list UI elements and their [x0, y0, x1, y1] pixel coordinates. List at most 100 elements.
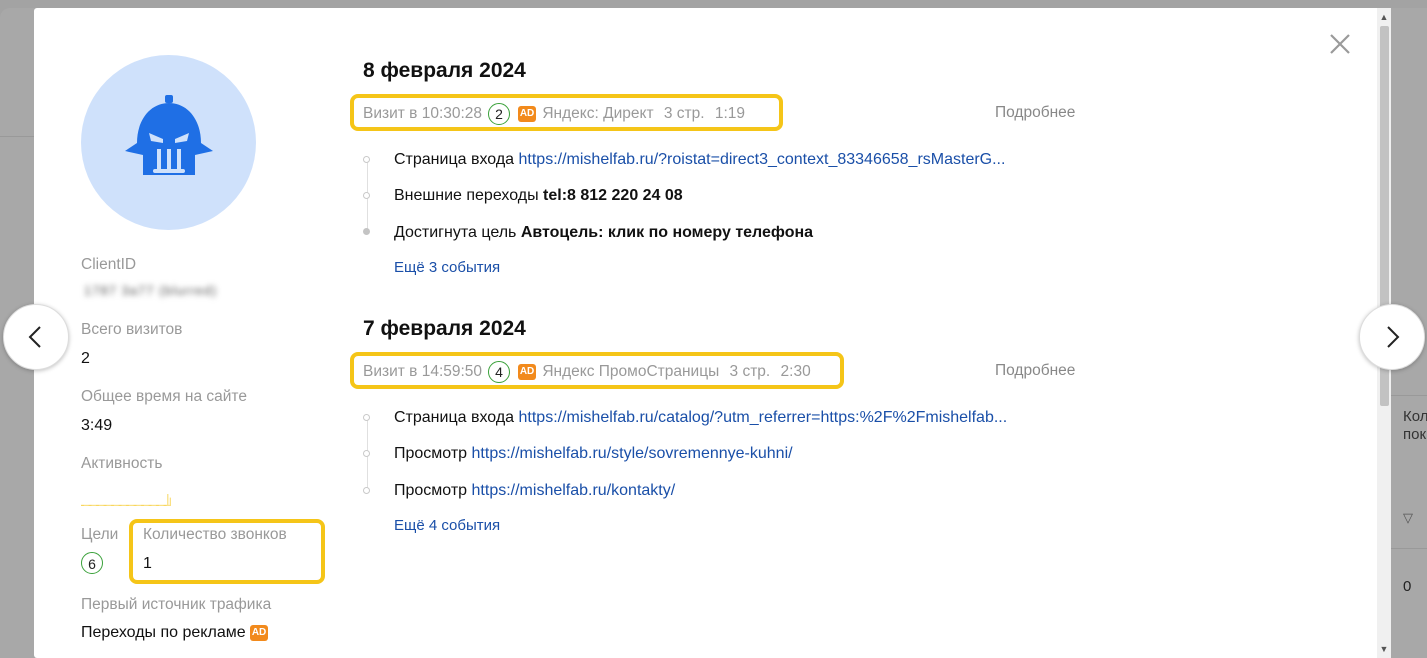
ad-badge: AD [250, 624, 269, 641]
activity-bar [130, 504, 132, 506]
chevron-left-icon [28, 326, 41, 348]
activity-bar [108, 504, 110, 506]
activity-bar [121, 504, 123, 506]
activity-bar [117, 504, 119, 506]
activity-bar [96, 504, 97, 506]
scroll-up-arrow-icon[interactable]: ▲ [1377, 10, 1391, 24]
entry-page-link[interactable]: https://mishelfab.ru/?roistat=direct3_co… [519, 151, 1006, 168]
ad-badge: AD [518, 364, 537, 380]
activity-sparkline [81, 494, 171, 506]
activity-bar [129, 504, 131, 506]
activity-bar [109, 504, 111, 506]
activity-bar [114, 504, 116, 506]
phone-value: tel:8 812 220 24 08 [543, 187, 683, 204]
visit-details-link[interactable]: Подробнее [995, 362, 1075, 380]
activity-bar [142, 504, 143, 506]
activity-bar [92, 504, 94, 506]
visit-details-link[interactable]: Подробнее [995, 104, 1075, 122]
activity-bar [150, 504, 151, 506]
activity-bar [116, 504, 118, 506]
activity-bar [154, 504, 156, 506]
activity-bar [136, 504, 138, 506]
activity-bar [90, 504, 91, 506]
activity-bar [162, 504, 164, 506]
activity-bar [119, 504, 120, 506]
activity-bar [104, 504, 105, 506]
activity-bar [89, 504, 90, 506]
event-label: Просмотр [394, 445, 468, 462]
pageview-link[interactable]: https://mishelfab.ru/kontakty/ [472, 482, 676, 499]
activity-bar [97, 504, 98, 506]
goals-count-badge[interactable]: 6 [81, 552, 103, 574]
activity-bar [113, 504, 114, 506]
entry-page-link[interactable]: https://mishelfab.ru/catalog/?utm_referr… [519, 409, 1008, 426]
activity-bar [98, 504, 99, 506]
activity-bar [138, 504, 140, 506]
activity-bar [151, 504, 153, 506]
activity-label: Активность [81, 455, 163, 472]
activity-bar [158, 504, 159, 506]
visit-date-heading: 7 февраля 2024 [363, 317, 526, 340]
event-label: Внешние переходы [394, 187, 539, 204]
visit-duration: 2:30 [780, 363, 811, 380]
close-button[interactable] [1328, 32, 1352, 56]
helmet-icon [125, 95, 213, 175]
filter-icon: ▽ [1403, 510, 1413, 525]
activity-bar [100, 504, 102, 506]
activity-bar [165, 504, 166, 506]
visit-summary[interactable]: Визит в 10:30:28 2 AD Яндекс: Директ 3 стр… [363, 103, 745, 125]
first-source-value: Переходы по рекламе AD [81, 624, 269, 642]
activity-bar [156, 504, 157, 506]
more-events-link[interactable]: Ещё 4 события [394, 517, 500, 534]
activity-bar [153, 504, 155, 506]
event-pageview: Просмотр https://mishelfab.ru/style/sovr… [394, 445, 793, 463]
timeline-dot [363, 487, 370, 494]
activity-bar [135, 504, 136, 506]
activity-bar [146, 504, 148, 506]
activity-bar [87, 504, 89, 506]
previous-client-button[interactable] [3, 304, 69, 370]
event-label: Страница входа [394, 151, 515, 168]
activity-bar [128, 504, 129, 506]
activity-bar [160, 504, 162, 506]
activity-bar [166, 504, 168, 506]
activity-bar [137, 504, 139, 506]
close-icon [1330, 34, 1350, 54]
timeline-dot [363, 192, 370, 199]
activity-bar [168, 504, 170, 506]
next-client-button[interactable] [1359, 304, 1425, 370]
more-events-link[interactable]: Ещё 3 события [394, 259, 500, 276]
visit-time: Визит в 14:59:50 [363, 363, 483, 380]
activity-bar [141, 504, 142, 506]
activity-bar [86, 504, 88, 506]
activity-bar [83, 504, 84, 506]
pageview-link[interactable]: https://mishelfab.ru/style/sovremennye-k… [472, 445, 793, 462]
activity-bar [143, 504, 144, 506]
total-time-value: 3:49 [81, 417, 113, 434]
event-label: Достигнута цель [394, 224, 517, 241]
event-external-transition: Внешние переходы tel:8 812 220 24 08 [394, 187, 683, 205]
activity-bar [107, 504, 109, 506]
activity-bar [115, 504, 117, 506]
timeline-dot [363, 156, 370, 163]
visit-summary[interactable]: Визит в 14:59:50 4 AD Яндекс ПромоСтраницы… [363, 361, 811, 383]
activity-bar [105, 504, 106, 506]
bg-divider [1391, 548, 1427, 549]
total-visits-value: 2 [81, 350, 90, 367]
total-visits-label: Всего визитов [81, 321, 183, 338]
calls-label: Количество звонков [143, 526, 287, 543]
activity-bar [81, 504, 82, 506]
activity-bar [112, 504, 113, 506]
activity-bar [152, 504, 154, 506]
timeline-dot [363, 228, 370, 235]
calls-value: 1 [143, 555, 152, 572]
activity-bar [147, 504, 149, 506]
visit-source: Яндекс ПромоСтраницы [542, 363, 720, 380]
event-entry-page: Страница входа https://mishelfab.ru/cata… [394, 409, 1007, 427]
activity-bar [149, 504, 150, 506]
visit-time: Визит в 10:30:28 [363, 105, 483, 122]
activity-bar [144, 504, 146, 506]
visit-source: Яндекс: Директ [542, 105, 654, 122]
scroll-down-arrow-icon[interactable]: ▼ [1377, 642, 1391, 656]
activity-bar [131, 504, 133, 506]
